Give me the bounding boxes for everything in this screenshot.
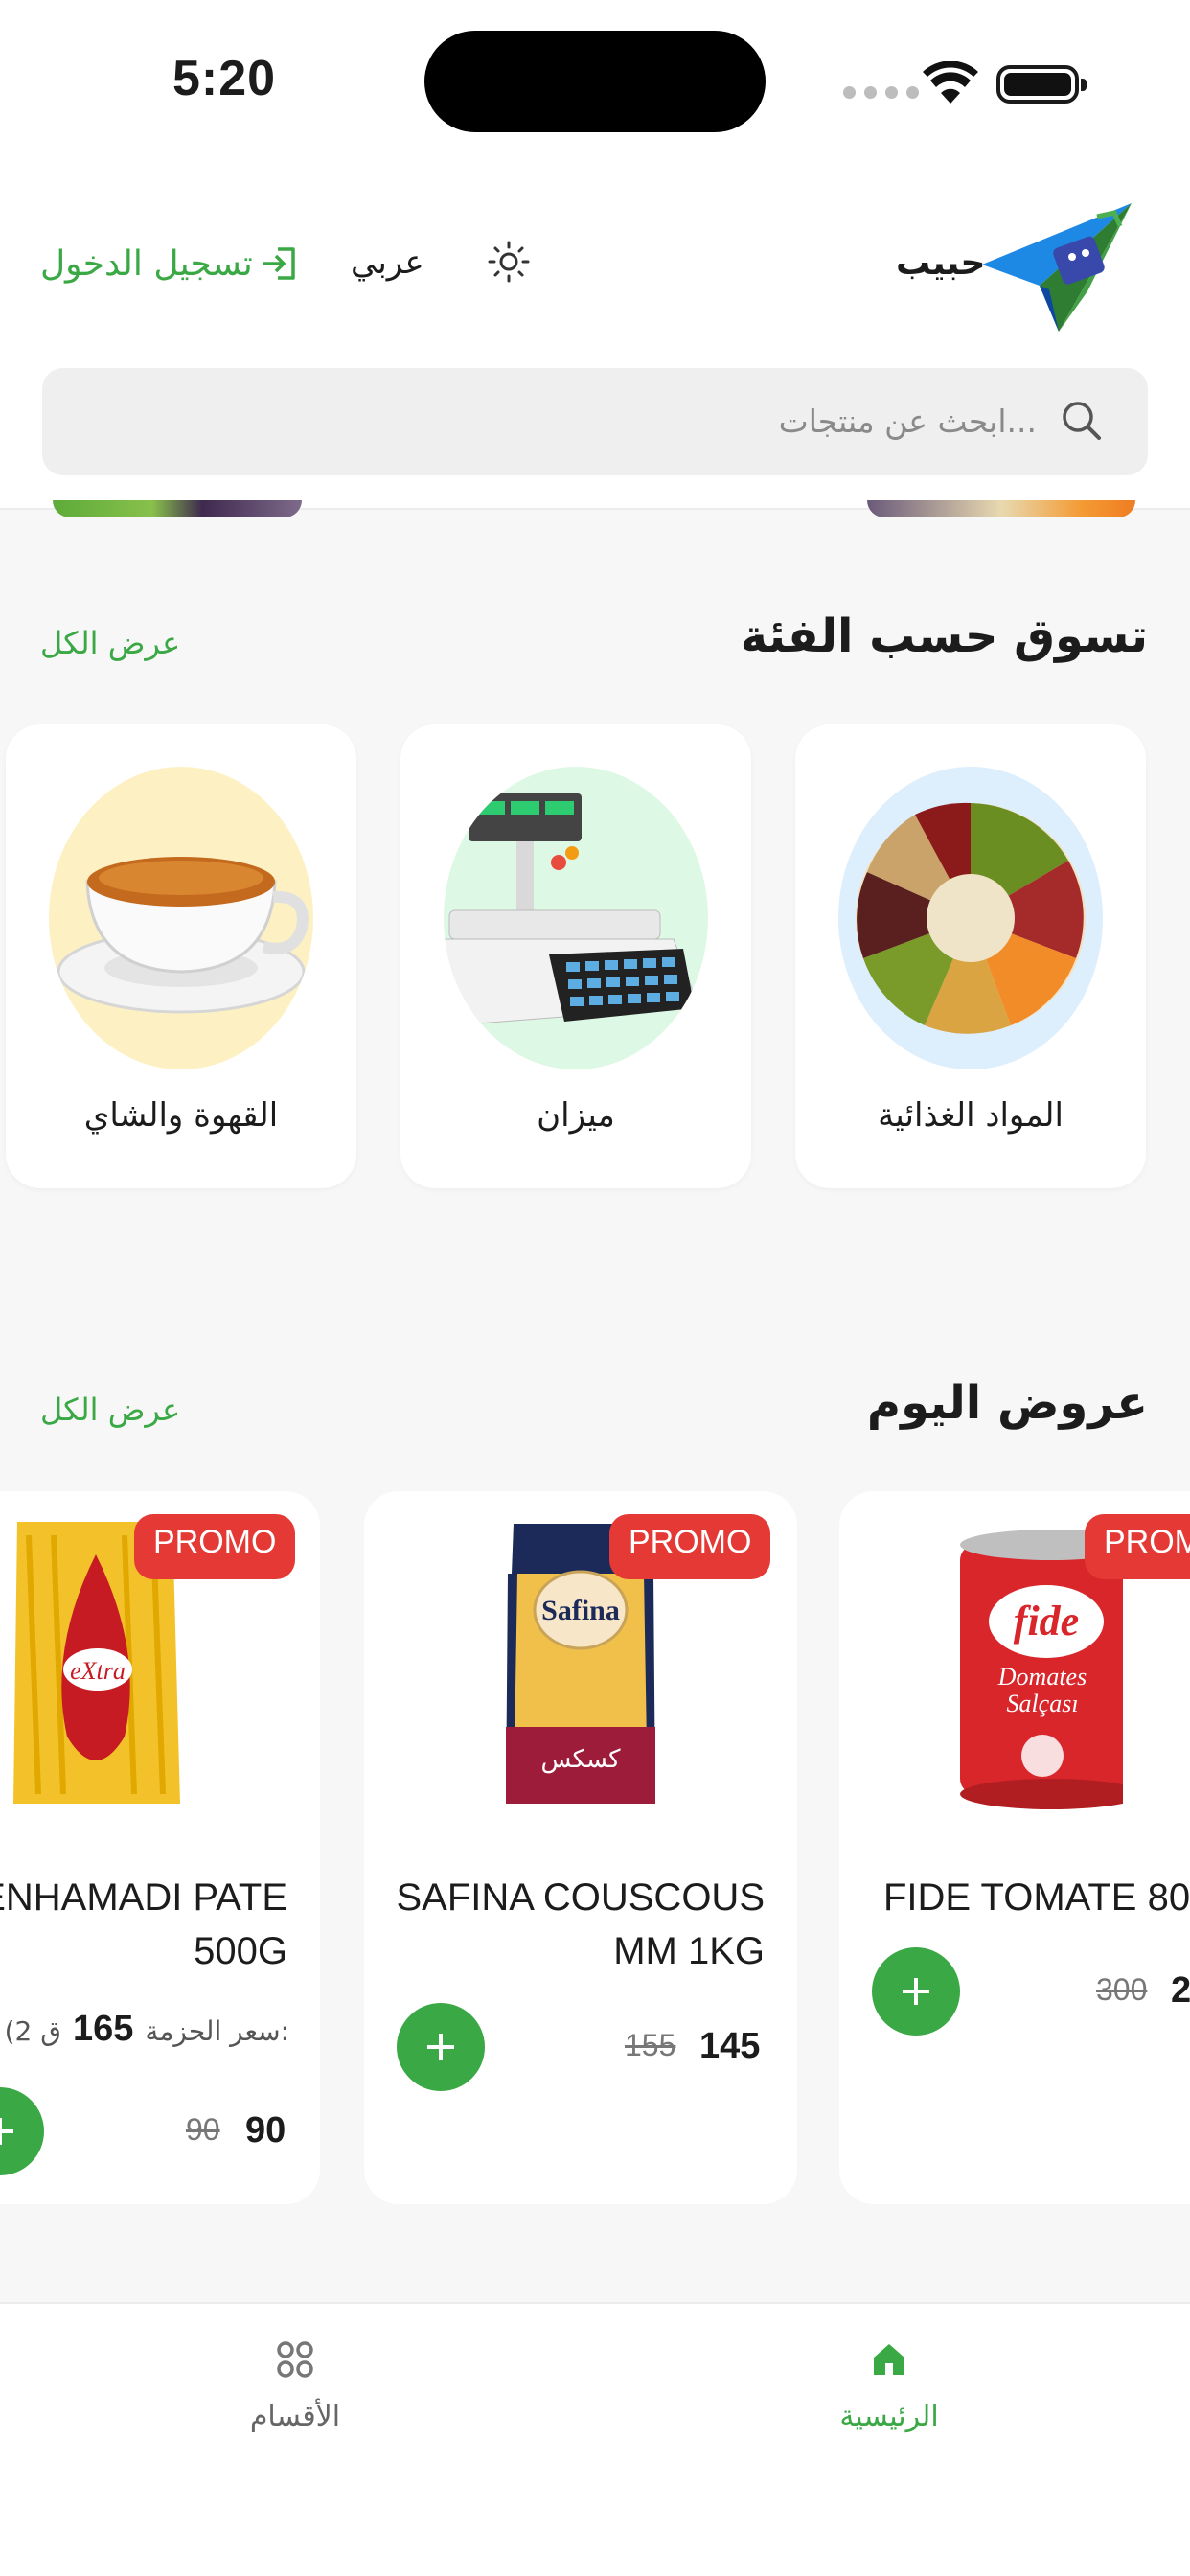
category-label: القهوة والشاي [83,1096,279,1135]
product-name-line: ENHAMADI PATE [0,1876,287,1919]
cellular-signal-icon [843,86,920,100]
product-name-line: MM 1KG [613,1930,765,1972]
categories-see-all-link[interactable]: عرض الكل [40,625,180,661]
scale-image [444,767,708,1070]
category-card-groceries[interactable]: المواد الغذائية [795,724,1146,1188]
old-price: 90 [186,2112,220,2147]
nav-categories[interactable]: الأقسام [151,2338,439,2433]
old-price: 300 [1096,1972,1148,2007]
category-label: المواد الغذائية [878,1096,1064,1135]
product-name-line: 500G [194,1930,287,1972]
pack-label: سعر الحزمة: [145,2015,289,2047]
sun-theme-icon[interactable] [487,240,531,284]
grid-icon [277,2341,313,2378]
svg-text:كسكس: كسكس [540,1745,621,1774]
svg-text:Domates: Domates [997,1663,1087,1690]
category-card-coffee-tea[interactable]: القهوة والشاي [6,724,356,1188]
home-icon [874,2344,904,2375]
current-price: 2 [1171,1970,1190,2011]
dynamic-island [424,31,766,132]
pack-price-row: (2 ق 165 سعر الحزمة: [5,2009,289,2050]
battery-icon [996,65,1087,104]
promo-badge: PROMO [1085,1514,1190,1579]
promo-badge: PROMO [609,1514,771,1579]
categories-title: تسوق حسب الفئة [740,610,1148,663]
nav-home[interactable]: الرئيسية [745,2338,1033,2433]
add-to-cart-button[interactable] [872,1947,960,2036]
svg-text:eXtra: eXtra [70,1657,126,1685]
legumes-image [838,767,1103,1070]
offers-title: عروض اليوم [866,1376,1148,1430]
svg-text:Safina: Safina [541,1595,620,1626]
add-to-cart-button[interactable] [0,2087,44,2175]
login-icon [262,247,295,280]
product-name: SAFINA COUSCOUS MM 1KG [381,1871,765,1978]
pack-price: 165 [72,2009,134,2049]
old-price: 155 [625,2028,676,2062]
product-card[interactable]: fide Domates Salçası PROMO FIDE TOMATE 8… [839,1491,1190,2204]
status-time: 5:20 [172,51,277,106]
offers-see-all-link[interactable]: عرض الكل [40,1392,180,1428]
search-placeholder: ابحث عن منتجات... [778,402,1037,440]
language-switcher[interactable]: عربي [351,243,424,282]
banner-image[interactable] [867,500,1135,518]
product-card[interactable]: eXtra PROMO ENHAMADI PATE 500G (2 ق 165 … [0,1491,320,2204]
promo-badge: PROMO [134,1514,296,1579]
tea-cup-image [49,767,313,1070]
add-to-cart-button[interactable] [397,2003,485,2091]
login-label: تسجيل الدخول [40,243,253,284]
nav-home-label: الرئيسية [839,2400,939,2433]
logo-icon[interactable] [982,203,1132,332]
product-name: ENHAMADI PATE 500G [0,1871,287,1978]
wifi-icon [923,61,978,104]
category-card-scale[interactable]: ميزان [400,724,751,1188]
svg-text:fide: fide [1014,1598,1079,1644]
nav-categories-label: الأقسام [249,2400,341,2433]
search-icon [1063,402,1101,440]
current-price: 90 [245,2110,286,2150]
product-name-line: SAFINA COUSCOUS [396,1876,765,1919]
current-price: 145 [699,2026,761,2066]
search-input[interactable]: ابحث عن منتجات... [42,368,1148,475]
pack-qty: (2 ق [4,2015,61,2047]
login-button[interactable]: تسجيل الدخول [40,240,299,288]
product-card[interactable]: Safina كسكس PROMO SAFINA COUSCOUS MM 1KG… [364,1491,797,2204]
brand-name: حبيب [896,243,986,283]
category-label: ميزان [537,1096,615,1135]
product-name: FIDE TOMATE 80 [883,1876,1190,1919]
banner-image[interactable] [53,500,302,518]
svg-text:Salçası: Salçası [1006,1690,1078,1717]
